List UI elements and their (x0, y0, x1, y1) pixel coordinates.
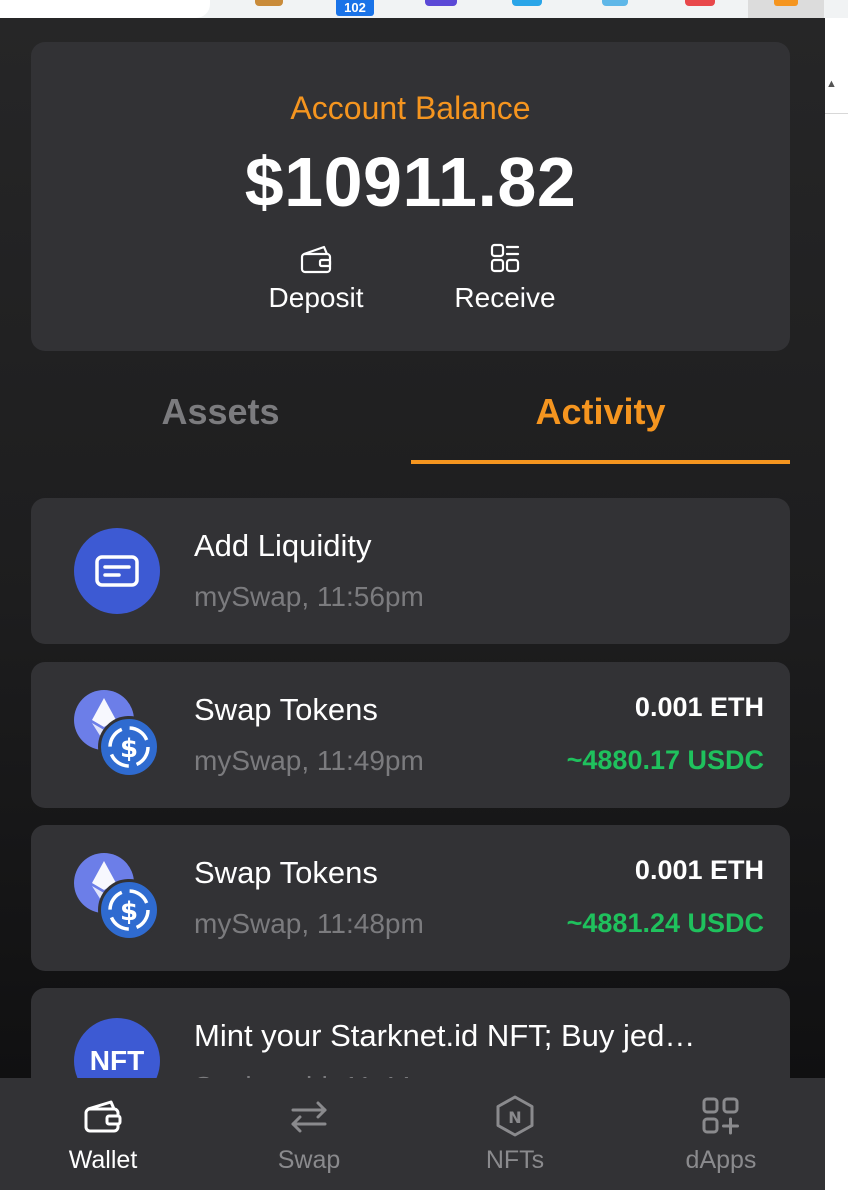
nav-swap-label: Swap (277, 1146, 341, 1174)
balance-card: Account Balance $10911.82 Deposit Receiv… (31, 42, 790, 351)
activity-subtitle: mySwap, 11:48pm (194, 908, 424, 939)
nft-icon-letter: N (508, 1108, 521, 1127)
extension-icon[interactable] (602, 0, 628, 6)
activity-received-amount: ~4881.24 USDC (566, 908, 764, 938)
nav-wallet-label: Wallet (68, 1146, 138, 1174)
extension-icon[interactable] (425, 0, 457, 6)
activity-subtitle: mySwap, 11:56pm (194, 581, 424, 612)
activity-title: Swap Tokens (194, 855, 378, 890)
browser-toolbar: 102 (0, 0, 848, 18)
activity-title: Swap Tokens (194, 692, 378, 727)
page-background: ▲ (825, 18, 848, 1200)
argent-extension-icon (774, 0, 798, 6)
bottom-nav: Wallet Swap N NFTs dApps (0, 1078, 825, 1190)
deposit-label: Deposit (268, 282, 364, 313)
eth-usdc-pair-icon: $ (74, 853, 164, 943)
usdc-icon: $ (98, 716, 160, 778)
page-background (0, 1190, 848, 1200)
extension-badge[interactable]: 102 (336, 0, 374, 16)
activity-item[interactable]: $ Swap Tokens mySwap, 11:49pm 0.001 ETH … (31, 662, 790, 808)
nft-hexagon-icon: N (496, 1095, 534, 1137)
qr-code-icon (490, 243, 520, 273)
tab-bar: Assets Activity (31, 378, 790, 464)
receive-button[interactable]: Receive (425, 240, 585, 314)
extension-icon[interactable] (512, 0, 542, 6)
svg-text:$: $ (120, 897, 138, 927)
eth-usdc-pair-icon: $ (74, 690, 164, 780)
activity-received-amount: ~4880.17 USDC (566, 745, 764, 775)
activity-title: Add Liquidity (194, 528, 372, 563)
activity-title: Mint your Starknet.id NFT; Buy jed… (194, 1018, 696, 1053)
nav-dapps[interactable]: dApps (618, 1078, 824, 1190)
activity-subtitle: mySwap, 11:49pm (194, 745, 424, 776)
wallet-icon (300, 245, 332, 274)
browser-address-area (0, 0, 210, 18)
wallet-popup: Account Balance $10911.82 Deposit Receiv… (0, 18, 825, 1190)
swap-arrows-icon (291, 1101, 327, 1133)
tab-assets[interactable]: Assets (31, 378, 410, 464)
wallet-icon (84, 1100, 122, 1133)
document-icon (74, 528, 160, 614)
tab-activity[interactable]: Activity (411, 378, 790, 464)
nav-wallet[interactable]: Wallet (0, 1078, 206, 1190)
activity-item[interactable]: $ Swap Tokens mySwap, 11:48pm 0.001 ETH … (31, 825, 790, 971)
nav-dapps-label: dApps (685, 1146, 757, 1174)
extension-icon[interactable] (685, 0, 715, 6)
balance-label: Account Balance (290, 90, 531, 126)
divider (825, 113, 848, 114)
activity-sent-amount: 0.001 ETH (634, 855, 764, 885)
nav-swap[interactable]: Swap (206, 1078, 412, 1190)
caret-up-icon: ▲ (826, 78, 837, 90)
activity-sent-amount: 0.001 ETH (634, 692, 764, 722)
receive-label: Receive (454, 282, 556, 313)
deposit-button[interactable]: Deposit (236, 240, 396, 314)
nav-nfts-label: NFTs (485, 1146, 545, 1174)
usdc-icon: $ (98, 879, 160, 941)
svg-text:$: $ (120, 734, 138, 764)
extension-icon[interactable] (255, 0, 283, 6)
balance-value: $10911.82 (244, 143, 577, 221)
nav-nfts[interactable]: N NFTs (412, 1078, 618, 1190)
apps-grid-icon (702, 1097, 739, 1135)
active-extension-slot[interactable] (748, 0, 824, 18)
activity-item[interactable]: Add Liquidity mySwap, 11:56pm (31, 498, 790, 644)
